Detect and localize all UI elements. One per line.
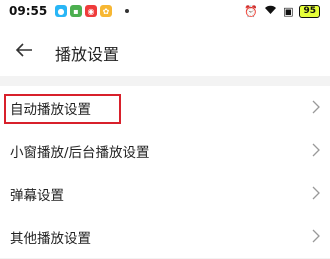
app-icon-3: ◉ bbox=[85, 5, 97, 17]
more-notifications-dot bbox=[125, 9, 129, 13]
chevron-right-icon bbox=[311, 185, 321, 201]
sim-icon: ▣ bbox=[283, 4, 294, 18]
setting-label: 弹幕设置 bbox=[10, 187, 64, 204]
arrow-left-icon bbox=[15, 42, 33, 61]
setting-mini-background-play[interactable]: 小窗播放/后台播放设置 bbox=[0, 129, 330, 172]
setting-label: 自动播放设置 bbox=[10, 101, 91, 118]
back-button[interactable] bbox=[10, 37, 38, 65]
status-time: 09:55 bbox=[9, 4, 48, 18]
chevron-right-icon bbox=[311, 142, 321, 158]
setting-other-play[interactable]: 其他播放设置 bbox=[0, 215, 330, 258]
alarm-icon: ⏰ bbox=[244, 4, 259, 18]
page-header: 播放设置 bbox=[0, 26, 330, 76]
wifi-icon bbox=[264, 4, 277, 18]
setting-label: 其他播放设置 bbox=[10, 230, 91, 247]
setting-label: 小窗播放/后台播放设置 bbox=[10, 144, 150, 161]
app-icon-2: ▪ bbox=[70, 5, 82, 17]
setting-danmaku[interactable]: 弹幕设置 bbox=[0, 172, 330, 215]
notification-icons: ● ▪ ◉ ✿ bbox=[55, 5, 112, 17]
status-right: ⏰ ▣ 95 bbox=[244, 4, 320, 18]
status-bar: 09:55 ● ▪ ◉ ✿ ⏰ ▣ 95 bbox=[0, 0, 330, 26]
page-title: 播放设置 bbox=[55, 45, 120, 64]
app-icon-4: ✿ bbox=[100, 5, 112, 17]
chevron-right-icon bbox=[311, 228, 321, 244]
chevron-right-icon bbox=[311, 99, 321, 115]
settings-list: 自动播放设置 小窗播放/后台播放设置 弹幕设置 其他播放设置 bbox=[0, 86, 330, 258]
battery-icon: 95 bbox=[299, 4, 320, 18]
setting-autoplay[interactable]: 自动播放设置 bbox=[0, 86, 330, 129]
app-icon-1: ● bbox=[55, 5, 67, 17]
